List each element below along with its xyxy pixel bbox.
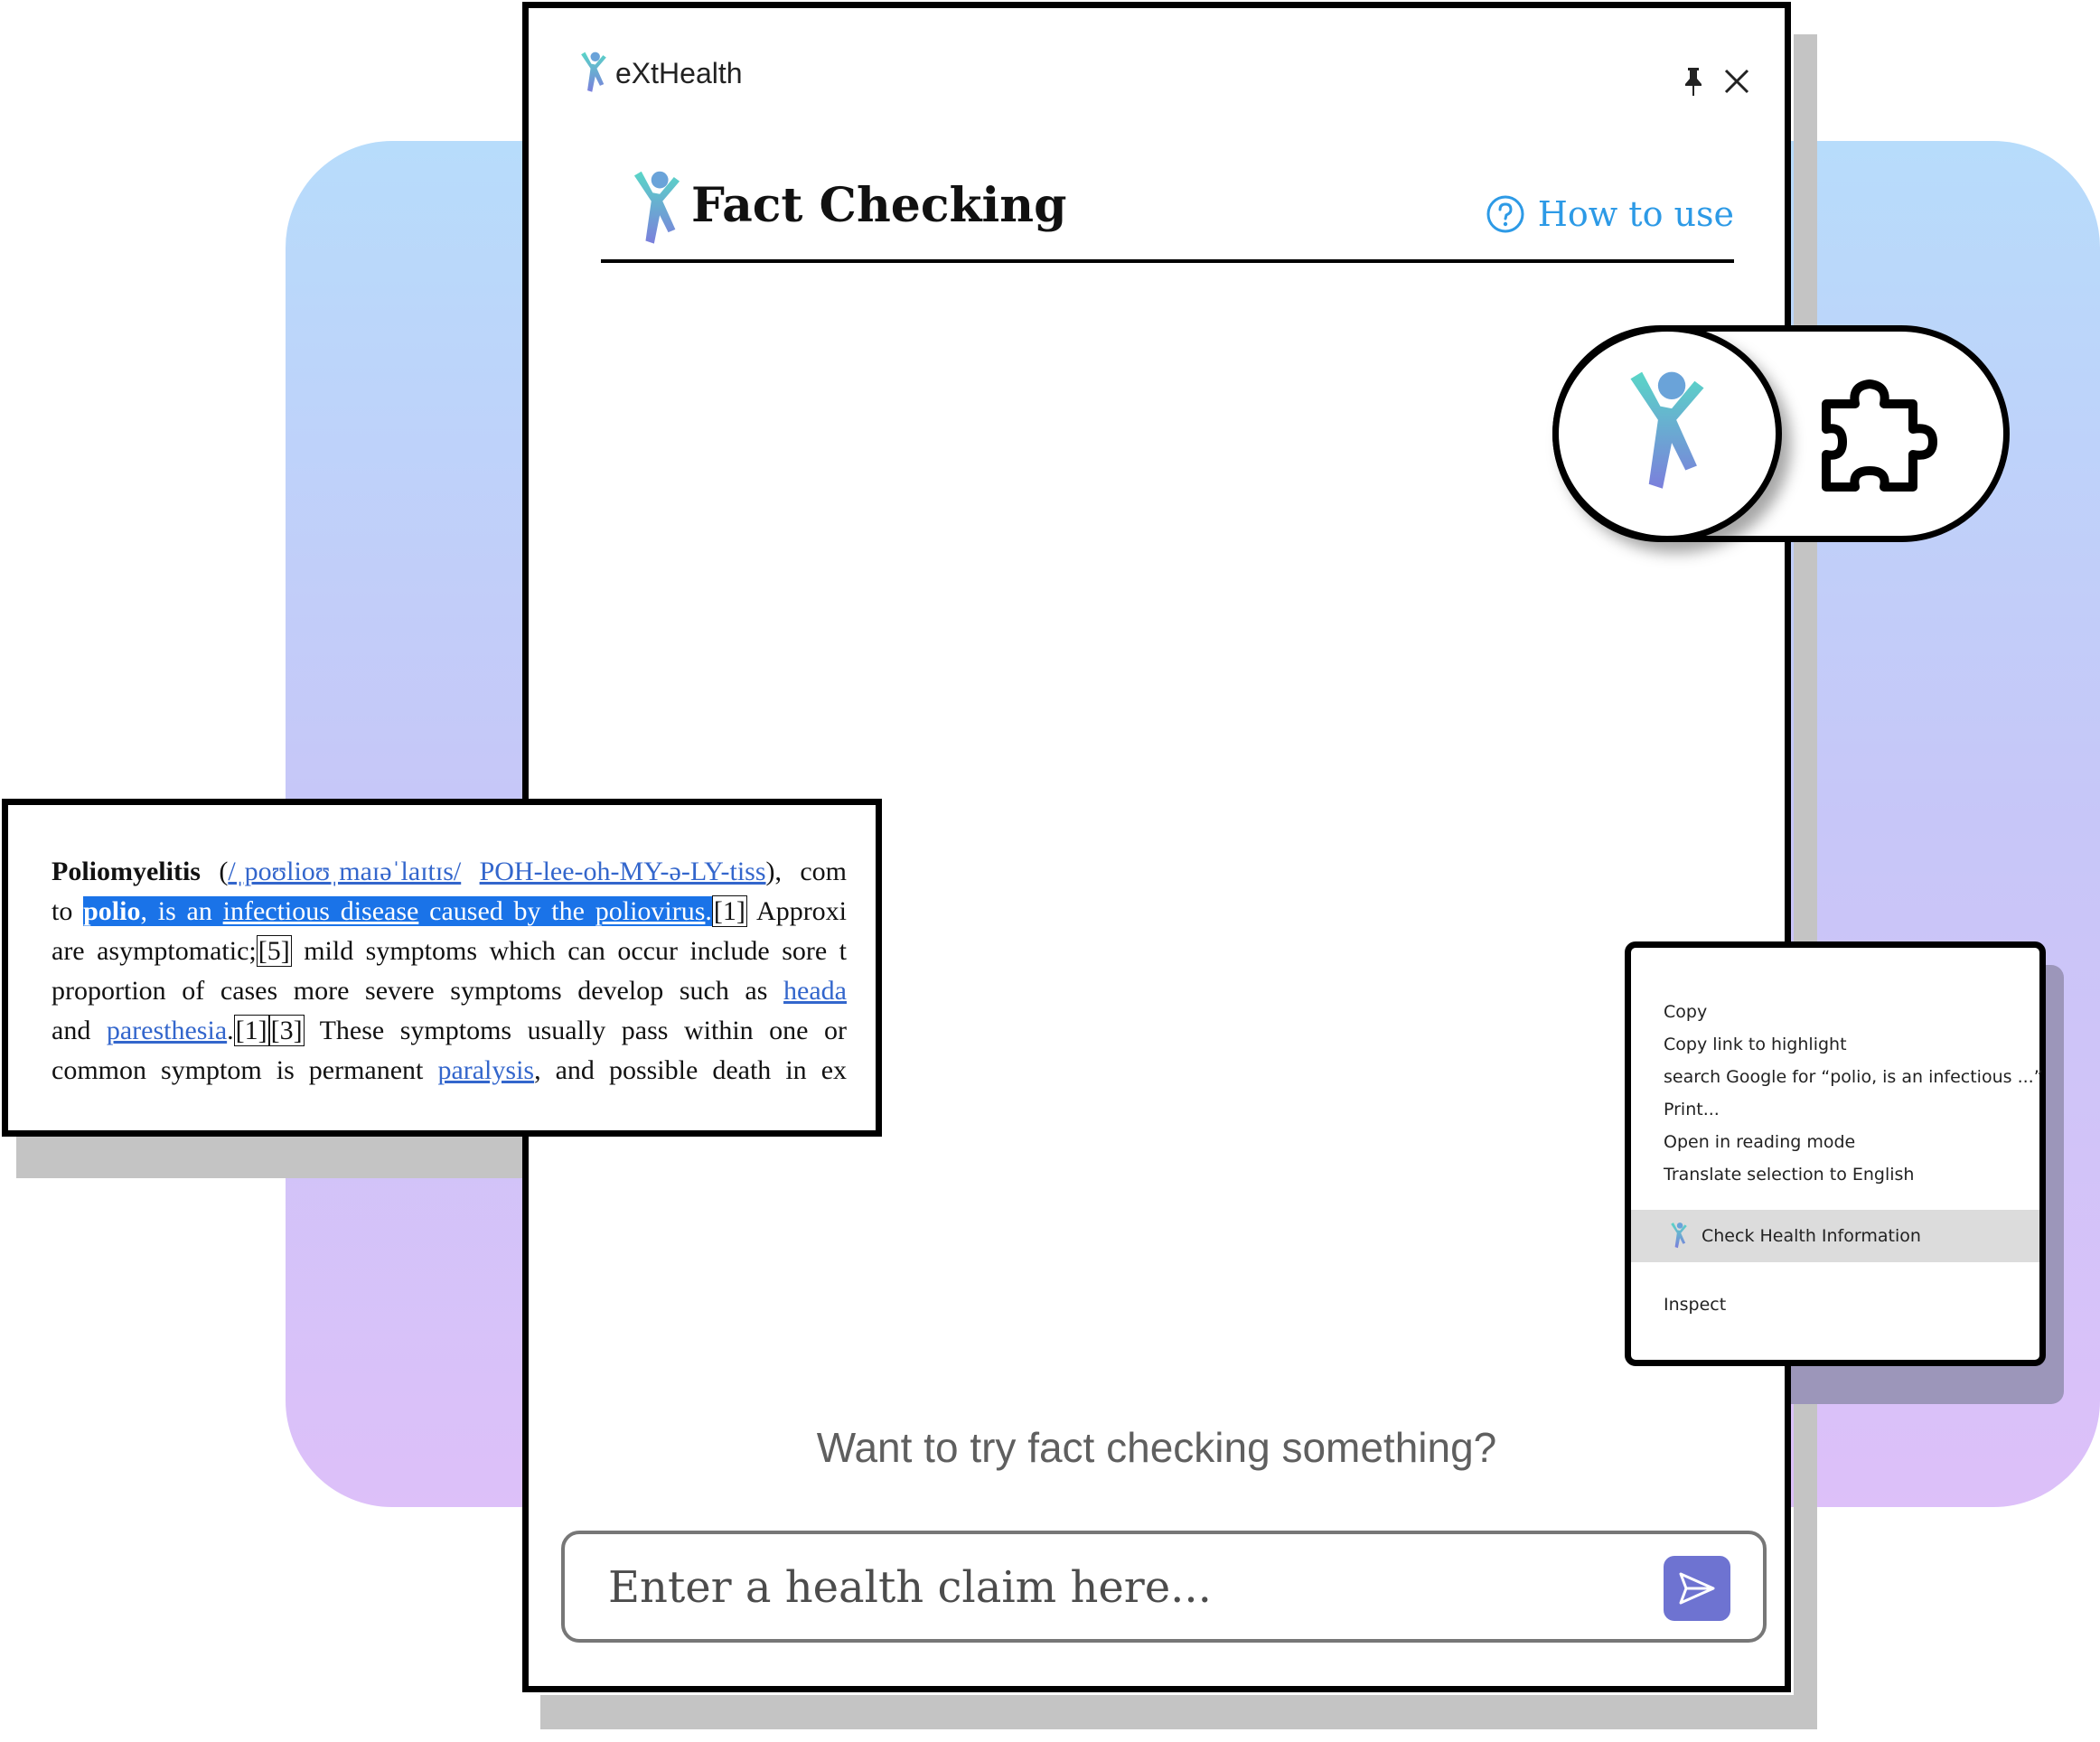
exthealth-logo-icon: [581, 52, 606, 92]
help-circle-icon: [1486, 195, 1524, 233]
selected-term: polio: [83, 896, 141, 926]
excerpt-line: Poliomyelitis (/ˌpoʊlioʊˌmaɪəˈlaɪtɪs/ PO…: [52, 857, 847, 886]
excerpt-line: proportion of cases more severe symptoms…: [52, 971, 847, 1011]
excerpt-line: to polio, is an infectious disease cause…: [52, 892, 847, 932]
exthealth-logo-icon: [633, 171, 680, 244]
panel-shadow: [1794, 34, 1817, 1729]
excerpt-fragment: ), com: [765, 857, 847, 886]
excerpt-line: and paresthesia.[1] [3] These symptoms us…: [52, 1011, 847, 1051]
excerpt-fragment: , and possible death in ex: [534, 1055, 847, 1085]
panel-title: Fact Checking: [691, 178, 1067, 233]
send-button[interactable]: [1664, 1556, 1730, 1621]
paresthesia-link[interactable]: paresthesia: [107, 1016, 227, 1045]
menu-item-check-health[interactable]: Check Health Information: [1631, 1210, 2039, 1262]
puzzle-icon[interactable]: [1819, 379, 1938, 494]
excerpt-fragment: .: [227, 1016, 234, 1045]
excerpt-fragment: .: [705, 896, 712, 926]
citation-ref[interactable]: [5]: [256, 935, 292, 967]
excerpt-fragment: proportion of cases more severe symptoms…: [52, 976, 768, 1006]
citation-ref[interactable]: [1]: [233, 1015, 269, 1046]
exthealth-logo-icon: [1630, 371, 1704, 489]
menu-item-copy-link[interactable]: Copy link to highlight: [1664, 1035, 1847, 1054]
paralysis-link[interactable]: paralysis: [437, 1055, 534, 1085]
excerpt-fragment: , is an: [140, 896, 212, 926]
excerpt-fragment: These symptoms usually pass within one o…: [319, 1016, 847, 1045]
excerpt-text: Poliomyelitis (/ˌpoʊlioʊˌmaɪəˈlaɪtɪs/ PO…: [52, 852, 847, 1091]
pin-icon[interactable]: [1683, 66, 1704, 97]
article-term: Poliomyelitis: [52, 857, 201, 886]
exthealth-logo-icon: [1671, 1222, 1687, 1249]
panel-header: Fact Checking How to use: [601, 162, 1734, 263]
empty-state-prompt: Want to try fact checking something?: [816, 1424, 1497, 1471]
excerpt-line: are asymptomatic;[5] mild symptoms which…: [52, 932, 847, 971]
menu-item-check-health-label: Check Health Information: [1702, 1226, 1921, 1246]
excerpt-fragment: common symptom is permanent: [52, 1055, 424, 1085]
excerpt-fragment: and: [52, 1016, 91, 1045]
close-icon[interactable]: [1723, 68, 1750, 95]
extension-toggle[interactable]: [1552, 325, 2010, 542]
article-excerpt: Poliomyelitis (/ˌpoʊlioʊˌmaɪəˈlaɪtɪs/ PO…: [2, 799, 882, 1137]
citation-ref[interactable]: [1]: [711, 895, 747, 927]
excerpt-fragment: caused by the: [429, 896, 585, 926]
panel-shadow-bottom: [540, 1695, 1817, 1729]
menu-item-search-google[interactable]: search Google for “polio, is an infectio…: [1664, 1067, 2043, 1087]
excerpt-fragment: to: [52, 896, 73, 926]
brand-name: eXtHealth: [615, 56, 743, 89]
excerpt-fragment: Approxi: [756, 896, 847, 926]
toggle-knob[interactable]: [1552, 325, 1782, 542]
excerpt-fragment: are asymptomatic;: [52, 936, 257, 966]
menu-item-inspect[interactable]: Inspect: [1664, 1295, 1726, 1315]
claim-input-box: [561, 1531, 1767, 1643]
claim-input[interactable]: [606, 1554, 1604, 1621]
respelling-link[interactable]: POH-lee-oh-MY-ə-LY-tiss: [480, 857, 766, 886]
context-menu: Copy Copy link to highlight search Googl…: [1625, 941, 2046, 1366]
infectious-disease-link[interactable]: infectious disease: [223, 896, 419, 926]
how-to-use-label: How to use: [1537, 194, 1734, 234]
pronunciation-link[interactable]: /ˌpoʊlioʊˌmaɪəˈlaɪtɪs/: [228, 857, 461, 886]
headache-link[interactable]: heada: [783, 976, 847, 1006]
brand: eXtHealth: [577, 50, 743, 97]
menu-item-reading-mode[interactable]: Open in reading mode: [1664, 1132, 1855, 1152]
excerpt-fragment: mild symptoms which can occur include so…: [304, 936, 847, 966]
send-icon: [1679, 1572, 1715, 1605]
text-selection[interactable]: polio, is an infectious disease caused b…: [83, 896, 712, 926]
citation-ref[interactable]: [3]: [268, 1015, 305, 1046]
menu-item-print[interactable]: Print...: [1664, 1100, 1720, 1119]
how-to-use-link[interactable]: How to use: [1486, 194, 1734, 234]
poliovirus-link[interactable]: poliovirus: [595, 896, 706, 926]
excerpt-line: common symptom is permanent paralysis, a…: [52, 1051, 847, 1091]
menu-item-copy[interactable]: Copy: [1664, 1002, 1707, 1022]
menu-item-translate[interactable]: Translate selection to English: [1664, 1165, 1914, 1185]
